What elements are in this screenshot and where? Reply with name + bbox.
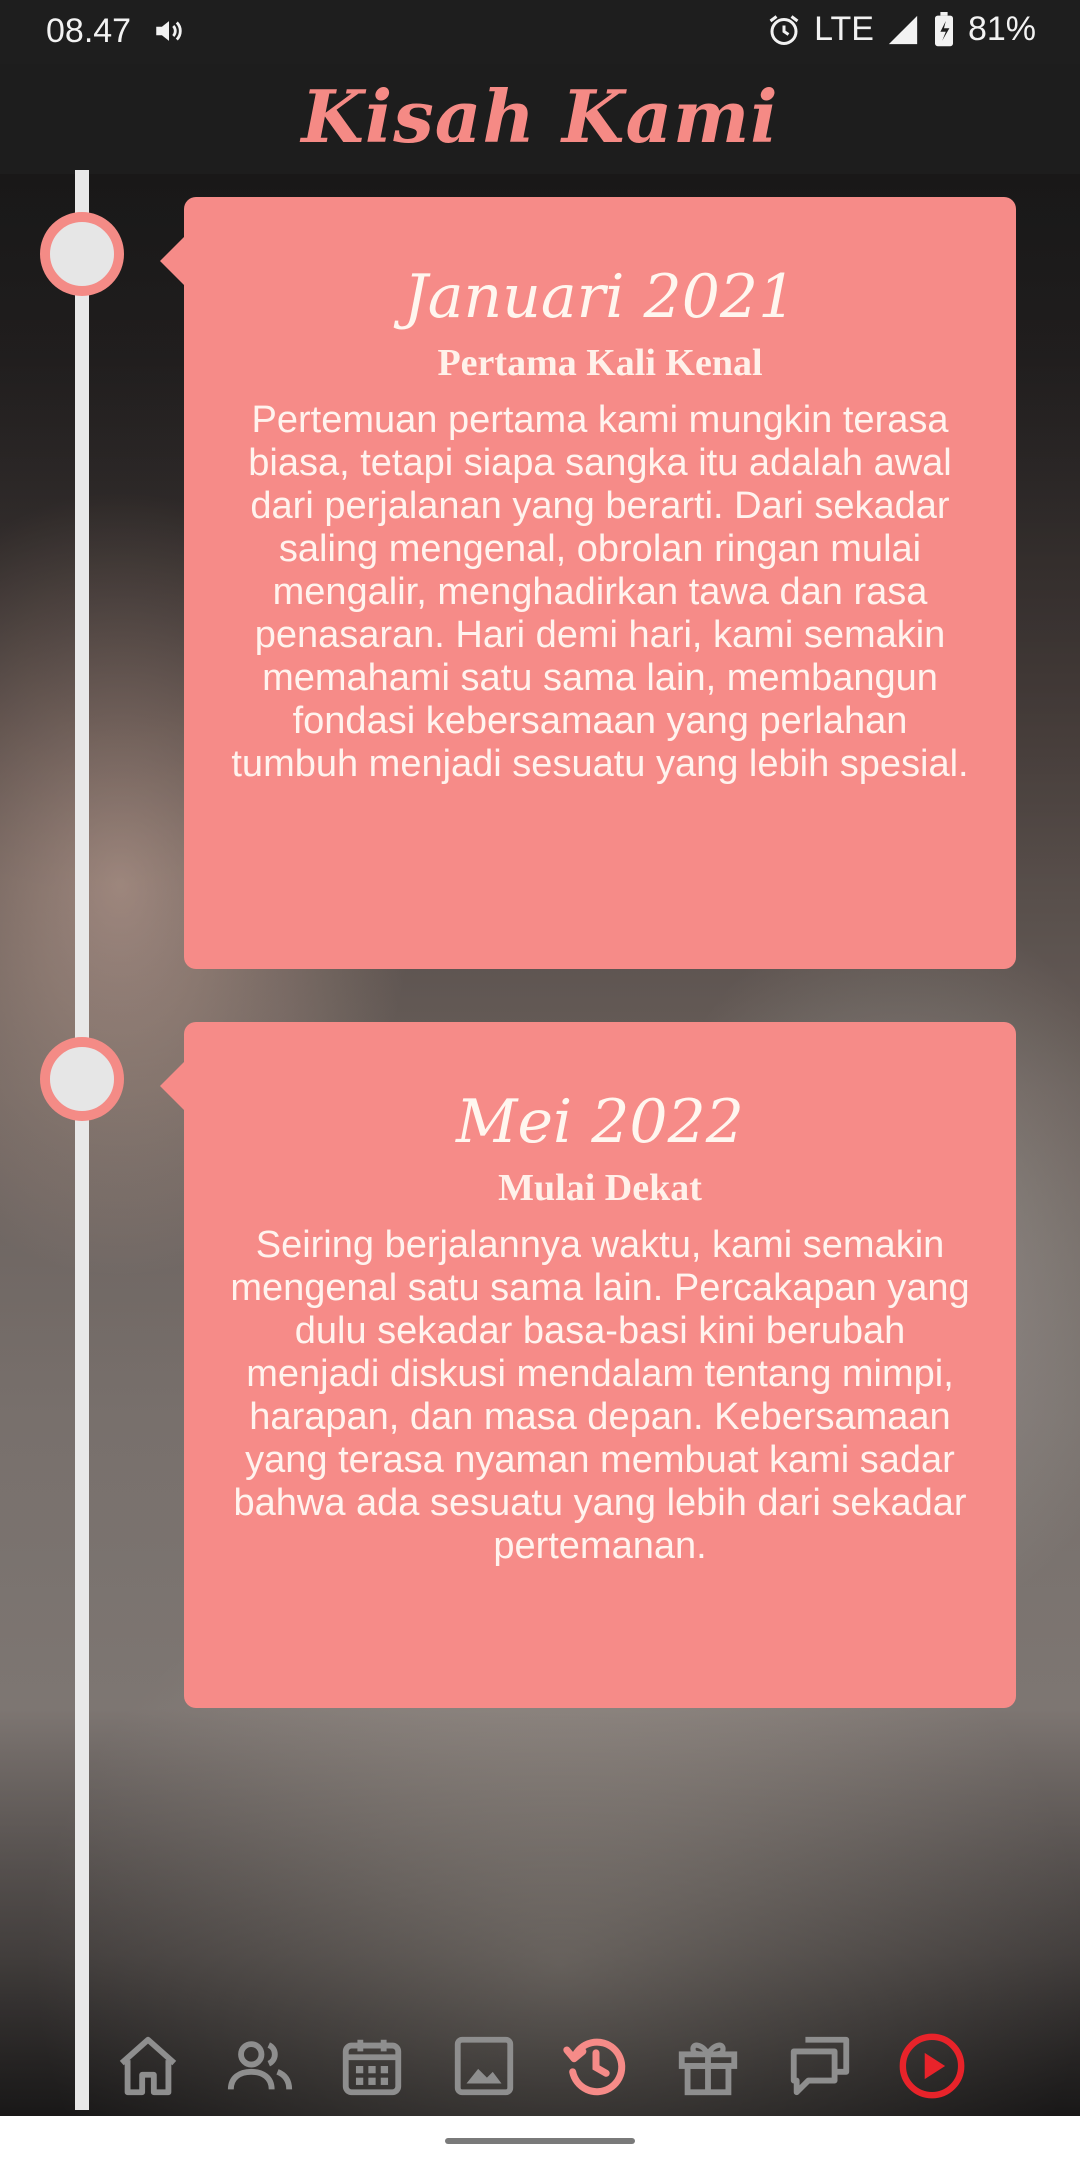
gesture-handle[interactable] (445, 2138, 635, 2144)
network-type: LTE (814, 10, 874, 48)
nav-play[interactable] (895, 2029, 969, 2103)
card-body: Seiring berjalannya waktu, kami semakin … (230, 1224, 970, 1567)
nav-people[interactable] (223, 2029, 297, 2103)
gift-icon (678, 2042, 738, 2096)
timeline-card: Januari 2021 Pertama Kali Kenal Pertemua… (160, 197, 1016, 969)
timeline-dot (40, 212, 124, 296)
timeline-dot (40, 1037, 124, 1121)
timeline-line (75, 170, 89, 2110)
nav-gift[interactable] (671, 2029, 745, 2103)
play-icon (899, 2033, 965, 2099)
card-date: Mei 2022 (456, 1087, 744, 1157)
header: Kisah Kami (0, 64, 1080, 174)
page-title: Kisah Kami (301, 74, 779, 159)
bottom-nav (0, 2012, 1080, 2120)
timeline-card: Mei 2022 Mulai Dekat Seiring berjalannya… (160, 1022, 1016, 1708)
nav-gallery[interactable] (447, 2029, 521, 2103)
card-body: Pertemuan pertama kami mungkin terasa bi… (231, 399, 969, 785)
card-subtitle: Mulai Dekat (498, 1167, 702, 1209)
volume-icon (156, 21, 182, 41)
card-date: Januari 2021 (403, 262, 797, 332)
signal-icon (888, 15, 918, 44)
status-time: 08.47 (46, 12, 132, 50)
history-icon (563, 2038, 626, 2096)
nav-home[interactable] (111, 2029, 185, 2103)
calendar-icon (342, 2039, 402, 2096)
people-icon (227, 2041, 293, 2090)
alarm-icon (769, 14, 799, 45)
card-subtitle: Pertama Kali Kenal (437, 342, 763, 384)
nav-calendar[interactable] (335, 2029, 409, 2103)
battery-icon (934, 11, 953, 46)
battery-percent: 81% (967, 10, 1036, 48)
nav-history[interactable] (559, 2029, 633, 2103)
status-bar: 08.47 LTE 81% (0, 0, 1080, 64)
gallery-icon (454, 2036, 514, 2096)
status-right-group: LTE 81% (766, 10, 1036, 49)
nav-chat[interactable] (783, 2029, 857, 2103)
home-icon (119, 2036, 177, 2096)
gesture-bar (0, 2116, 1080, 2160)
chat-icon (790, 2036, 850, 2096)
